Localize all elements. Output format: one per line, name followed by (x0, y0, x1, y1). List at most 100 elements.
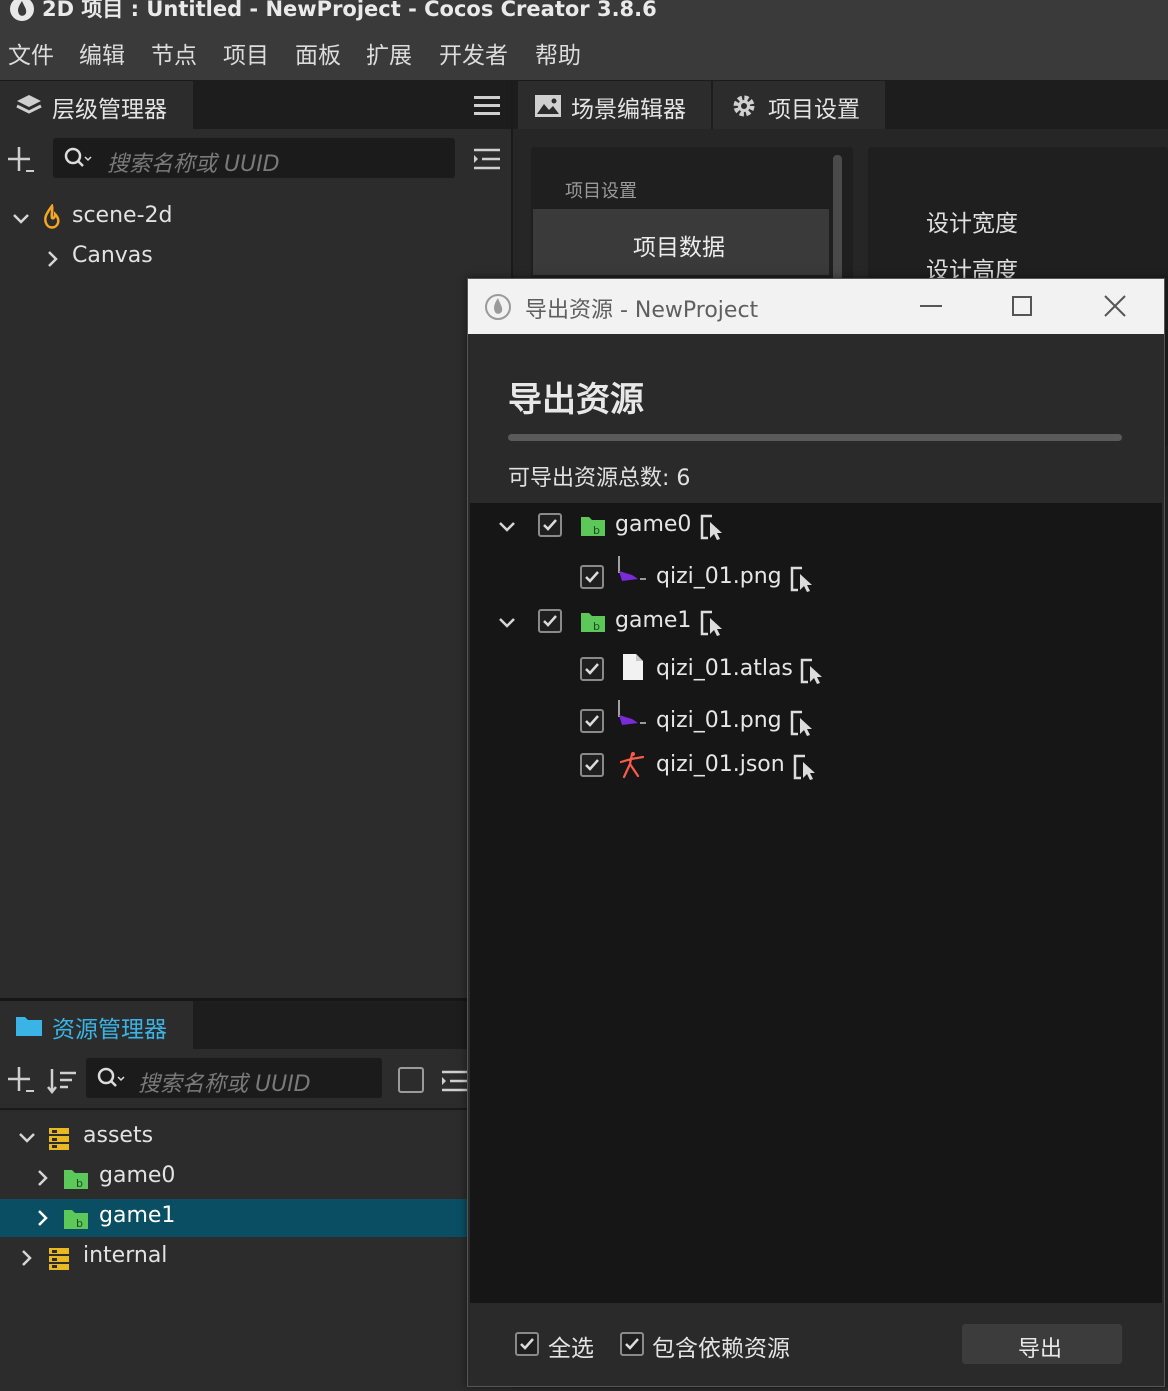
tab-scene-editor[interactable]: 场景编辑器 (518, 81, 711, 129)
asset-item-game0[interactable]: b game0 (0, 1159, 468, 1197)
menu-edit[interactable]: 编辑 (79, 36, 125, 70)
window-title: 2D 项目 : Untitled - NewProject - Cocos Cr… (42, 0, 657, 21)
select-all-label[interactable]: 全选 (548, 1329, 594, 1363)
assets-search-input[interactable]: 搜索名称或 UUID (86, 1058, 382, 1098)
include-deps-checkbox[interactable] (620, 1332, 644, 1356)
export-button-label: 导出 (1018, 1337, 1063, 1362)
hamburger-menu-icon[interactable] (474, 95, 500, 117)
svg-text:b: b (76, 1177, 83, 1190)
search-icon (63, 146, 93, 170)
hierarchy-panel: 层级管理器 搜索名称或 UUID scene-2d Canvas (0, 81, 511, 998)
locate-cursor-icon[interactable] (793, 754, 819, 780)
chevron-down-icon[interactable] (496, 612, 518, 634)
center-tab-row: 场景编辑器 项目设置 (513, 81, 1168, 129)
bundle-folder-icon: b (580, 515, 606, 537)
collapse-all-icon[interactable] (472, 147, 502, 171)
asset-item-internal[interactable]: internal (0, 1239, 468, 1277)
menu-panel[interactable]: 面板 (295, 36, 341, 70)
maximize-icon[interactable] (1012, 296, 1032, 316)
filter-checkbox[interactable] (398, 1067, 424, 1093)
select-all-checkbox[interactable] (515, 1332, 539, 1356)
asset-item-label: internal (83, 1243, 168, 1268)
chevron-right-icon[interactable] (16, 1247, 38, 1269)
settings-nav-item-label: 项目数据 (633, 235, 725, 261)
tree-item-label: Canvas (72, 243, 153, 268)
svg-text:b: b (76, 1217, 83, 1230)
menu-file[interactable]: 文件 (8, 36, 54, 70)
progress-bar (508, 434, 1122, 441)
include-deps-label[interactable]: 包含依赖资源 (652, 1329, 790, 1363)
export-asset-list: b game0 qizi_01.png b game1 qizi_01.atla… (470, 503, 1162, 1303)
bundle-folder-icon: b (63, 1208, 89, 1230)
export-dialog: 导出资源 - NewProject 导出资源 可导出资源总数: 6 b game… (467, 278, 1165, 1387)
asset-item-assets[interactable]: assets (0, 1119, 468, 1157)
locate-cursor-icon[interactable] (700, 610, 726, 636)
item-checkbox[interactable] (580, 753, 604, 777)
assets-tab-row: 资源管理器 (0, 1001, 468, 1049)
bundle-folder-icon: b (580, 611, 606, 633)
list-item-label: game1 (615, 608, 692, 633)
item-checkbox[interactable] (538, 609, 562, 633)
menu-developer[interactable]: 开发者 (439, 36, 508, 70)
list-item-json: qizi_01.json (470, 745, 1162, 787)
menu-help[interactable]: 帮助 (535, 36, 581, 70)
assets-panel: 资源管理器 搜索名称或 UUID assets b game0 b game1 … (0, 998, 468, 1391)
export-button[interactable]: 导出 (962, 1324, 1122, 1364)
chevron-down-icon[interactable] (10, 208, 32, 230)
file-icon (622, 653, 644, 681)
item-checkbox[interactable] (580, 709, 604, 733)
minimize-icon[interactable] (920, 305, 942, 309)
tree-item-label: scene-2d (72, 203, 173, 228)
spine-skeleton-icon (618, 751, 648, 779)
item-checkbox[interactable] (538, 513, 562, 537)
chevron-right-icon[interactable] (32, 1167, 54, 1189)
chevron-right-icon[interactable] (42, 248, 64, 270)
tab-project-settings[interactable]: 项目设置 (713, 81, 885, 129)
dialog-titlebar[interactable]: 导出资源 - NewProject (468, 279, 1164, 334)
locate-cursor-icon[interactable] (700, 514, 726, 540)
asset-item-game1[interactable]: b game1 (0, 1199, 468, 1237)
database-icon (48, 1127, 70, 1151)
svg-text:b: b (593, 620, 600, 633)
sprite-image-icon (616, 699, 648, 731)
menu-project[interactable]: 项目 (223, 36, 269, 70)
search-icon (96, 1066, 126, 1090)
divider (0, 1108, 468, 1110)
layers-icon (15, 93, 43, 119)
cocos-logo-icon (8, 0, 36, 22)
tree-item-scene[interactable]: scene-2d (0, 201, 511, 237)
locate-cursor-icon[interactable] (800, 658, 826, 684)
tab-hierarchy[interactable]: 层级管理器 (0, 81, 193, 129)
list-item-game1: b game1 (470, 603, 1162, 643)
search-placeholder: 搜索名称或 UUID (107, 152, 280, 177)
database-icon (48, 1247, 70, 1271)
app-logo-icon (484, 293, 512, 321)
tree-item-canvas[interactable]: Canvas (0, 241, 511, 277)
chevron-down-icon[interactable] (16, 1127, 38, 1149)
settings-nav-item-project-data[interactable]: 项目数据 (533, 209, 829, 275)
dialog-heading: 导出资源 (508, 380, 644, 420)
image-icon (534, 94, 562, 118)
tab-assets[interactable]: 资源管理器 (0, 1001, 193, 1049)
close-icon[interactable] (1104, 295, 1126, 317)
add-icon[interactable] (6, 145, 36, 175)
bundle-folder-icon: b (63, 1168, 89, 1190)
list-item-atlas: qizi_01.atlas (470, 649, 1162, 691)
asset-item-label: game0 (99, 1163, 176, 1188)
chevron-down-icon[interactable] (496, 516, 518, 538)
hierarchy-search-input[interactable]: 搜索名称或 UUID (53, 138, 455, 178)
design-width-label: 设计宽度 (926, 211, 1018, 237)
item-checkbox[interactable] (580, 565, 604, 589)
menu-extension[interactable]: 扩展 (366, 36, 412, 70)
tab-project-settings-label: 项目设置 (768, 97, 860, 123)
item-checkbox[interactable] (580, 657, 604, 681)
add-icon[interactable] (6, 1065, 36, 1095)
locate-cursor-icon[interactable] (790, 566, 816, 592)
gear-icon (731, 93, 757, 119)
menu-node[interactable]: 节点 (151, 36, 197, 70)
collapse-all-icon[interactable] (440, 1069, 468, 1093)
locate-cursor-icon[interactable] (790, 710, 816, 736)
svg-text:b: b (593, 524, 600, 537)
chevron-right-icon[interactable] (32, 1207, 54, 1229)
sort-icon[interactable] (46, 1067, 78, 1095)
